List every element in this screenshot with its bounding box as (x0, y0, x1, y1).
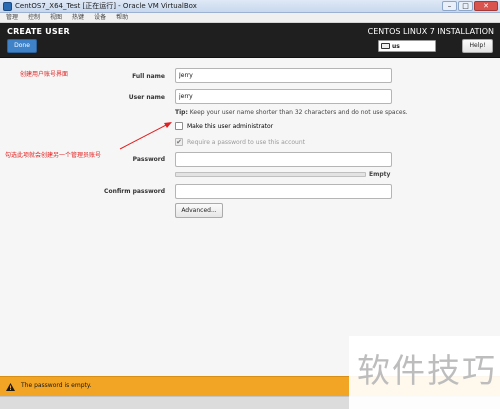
window-title: CentOS7_X64_Test [正在运行] - Oracle VM Virt… (15, 2, 197, 10)
status-message: The password is empty. (21, 382, 92, 389)
advanced-button[interactable]: Advanced... (175, 203, 223, 218)
menu-manage[interactable]: 管理 (6, 14, 18, 22)
user-name-label: User name (128, 94, 165, 101)
virtualbox-app-icon (3, 2, 12, 11)
virtualbox-window: CentOS7_X64_Test [正在运行] - Oracle VM Virt… (0, 0, 500, 409)
watermark-text: 软件技巧 (357, 351, 497, 390)
keyboard-icon (381, 43, 390, 49)
menu-hotkey[interactable]: 热键 (72, 14, 84, 22)
admin-checkbox-row[interactable]: Make this user administrator (175, 122, 273, 130)
password-input[interactable] (175, 152, 392, 167)
password-strength-bar (175, 172, 366, 177)
confirm-password-input[interactable] (175, 184, 392, 199)
password-label: Password (132, 156, 165, 163)
admin-annotation: 勾选此项就会创建另一个管理员账号 (5, 152, 102, 159)
done-button[interactable]: Done (7, 39, 37, 53)
window-controls: – □ ✕ (442, 1, 498, 11)
require-password-label: Require a password to use this account (187, 138, 305, 146)
watermark: 软件技巧 (349, 336, 500, 409)
require-password-checkbox[interactable]: ✔ (175, 138, 183, 146)
full-name-label: Full name (132, 73, 165, 80)
tip-text: Keep your user name shorter than 32 char… (187, 109, 408, 116)
help-button[interactable]: Help! (462, 39, 493, 53)
minimize-button[interactable]: – (442, 1, 457, 11)
maximize-button[interactable]: □ (458, 1, 473, 11)
menu-help[interactable]: 帮助 (116, 14, 128, 22)
keyboard-layout-indicator[interactable]: us (378, 40, 436, 52)
admin-checkbox-label: Make this user administrator (187, 122, 274, 130)
keyboard-layout-label: us (392, 43, 400, 50)
menu-view[interactable]: 视图 (50, 14, 62, 22)
require-password-checkbox-row[interactable]: ✔ Require a password to use this account (175, 138, 305, 146)
menu-devices[interactable]: 设备 (94, 14, 106, 22)
create-account-annotation: 创建用户账号界面 (20, 71, 69, 78)
installation-title: CENTOS LINUX 7 INSTALLATION (367, 27, 494, 36)
installer-header: CREATE USER Done CENTOS LINUX 7 INSTALLA… (0, 23, 500, 58)
admin-checkbox[interactable] (175, 122, 183, 130)
username-tip: Tip: Keep your user name shorter than 32… (175, 109, 408, 116)
close-button[interactable]: ✕ (474, 1, 498, 11)
create-user-form: Full name User name Tip: Keep your user … (0, 58, 500, 376)
window-titlebar: CentOS7_X64_Test [正在运行] - Oracle VM Virt… (0, 0, 500, 13)
user-name-input[interactable] (175, 89, 392, 104)
warning-icon (6, 383, 15, 391)
password-strength-label: Empty (369, 171, 391, 178)
confirm-password-label: Confirm password (104, 188, 165, 195)
menu-control[interactable]: 控制 (28, 14, 40, 22)
full-name-input[interactable] (175, 68, 392, 83)
vm-menubar: 管理 控制 视图 热键 设备 帮助 (0, 13, 500, 23)
tip-prefix: Tip: (175, 109, 188, 116)
page-title: CREATE USER (7, 27, 70, 36)
